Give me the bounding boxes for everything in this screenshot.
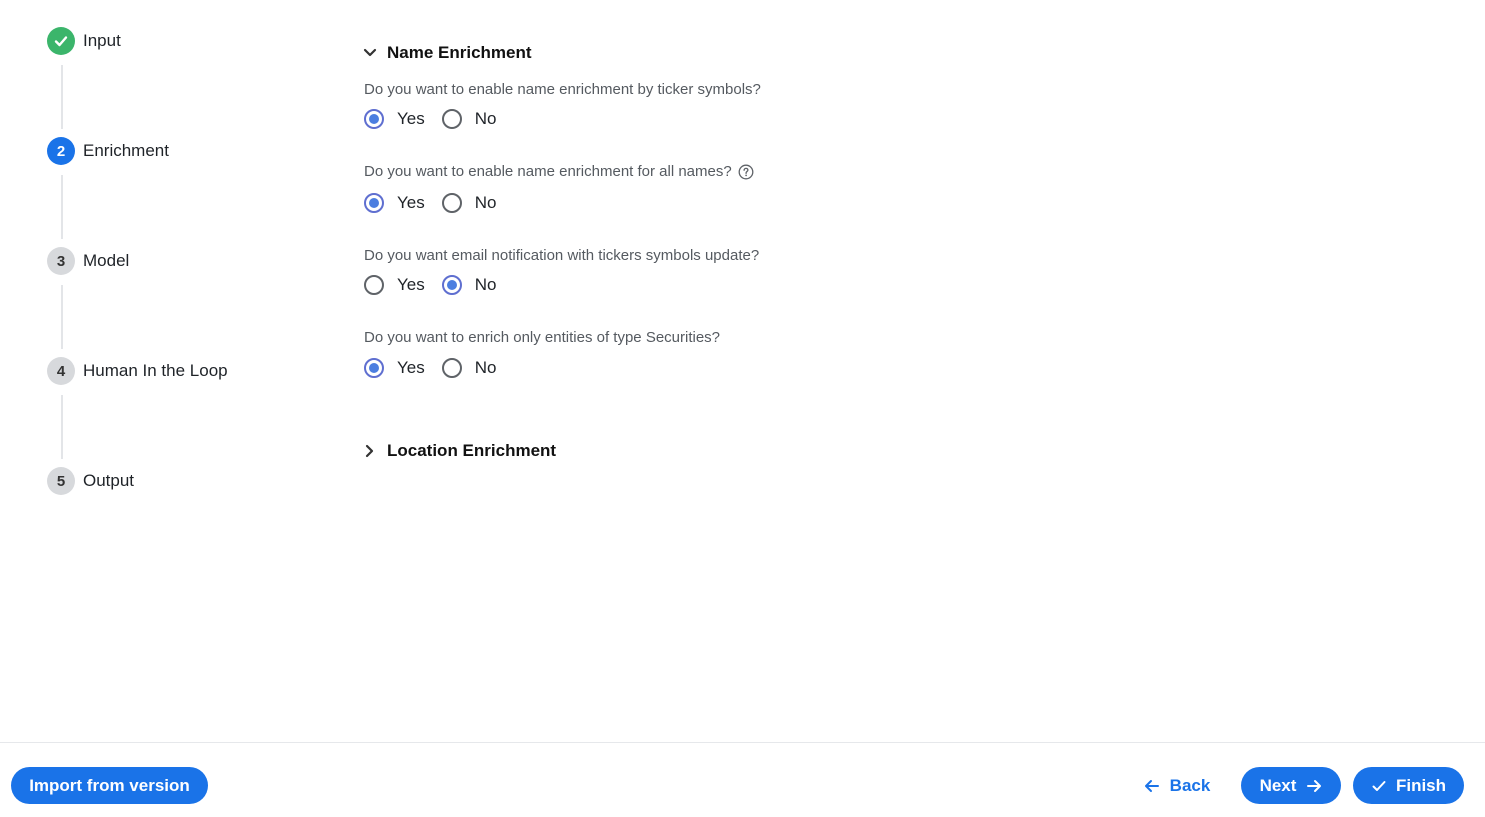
radio-group-ticker-symbols: Yes No [364, 109, 513, 129]
question-securities-only: Do you want to enrich only entities of t… [364, 329, 720, 346]
question-text: Do you want to enable name enrichment fo… [364, 163, 732, 180]
radio-button[interactable] [364, 193, 384, 213]
step-enrichment[interactable]: 2 Enrichment [47, 137, 169, 165]
chevron-down-icon [363, 48, 377, 57]
back-button[interactable]: Back [1133, 767, 1221, 804]
step-label: Enrichment [83, 141, 169, 160]
radio-label: Yes [397, 109, 425, 128]
radio-group-email-notification: Yes No [364, 275, 513, 295]
radio-button[interactable] [441, 275, 462, 295]
step-model[interactable]: 3 Model [47, 247, 129, 275]
radio-option-yes[interactable]: Yes [364, 193, 425, 213]
chevron-right-icon [365, 444, 374, 458]
step-connector [61, 175, 63, 239]
radio-label: Yes [397, 358, 425, 377]
check-icon [1372, 780, 1386, 791]
next-button[interactable]: Next [1241, 767, 1341, 804]
step-connector [61, 285, 63, 349]
radio-group-securities-only: Yes No [364, 358, 513, 378]
radio-label: Yes [397, 275, 425, 294]
step-connector [61, 65, 63, 129]
radio-option-no[interactable]: No [441, 193, 497, 213]
radio-button[interactable] [364, 109, 384, 129]
section-title: Location Enrichment [387, 441, 557, 460]
radio-button[interactable] [441, 109, 462, 129]
radio-option-no[interactable]: No [441, 275, 497, 295]
name-enrichment-toggle[interactable]: Name Enrichment [362, 43, 532, 63]
step-number: 3 [47, 247, 75, 275]
radio-button[interactable] [364, 275, 384, 295]
radio-group-all-names: Yes No [364, 193, 513, 213]
radio-button[interactable] [441, 193, 462, 213]
step-input[interactable]: Input [47, 27, 121, 55]
button-label: Finish [1395, 775, 1447, 795]
radio-label: No [474, 358, 497, 377]
question-text: Do you want email notification with tick… [364, 247, 760, 264]
step-number: 4 [47, 357, 75, 385]
radio-label: No [474, 109, 497, 128]
question-circle-icon[interactable] [738, 164, 754, 180]
radio-label: No [474, 275, 497, 294]
radio-button[interactable] [364, 358, 384, 378]
button-label: Import from version [29, 775, 190, 795]
arrow-left-icon [1144, 779, 1159, 792]
question-text: Do you want to enrich only entities of t… [364, 329, 721, 346]
step-label: Human In the Loop [83, 361, 228, 380]
question-email-notification: Do you want email notification with tick… [364, 247, 759, 264]
radio-option-no[interactable]: No [441, 358, 497, 378]
question-text: Do you want to enable name enrichment by… [364, 81, 761, 98]
step-label: Input [83, 31, 121, 50]
question-ticker-symbols: Do you want to enable name enrichment by… [364, 81, 761, 98]
radio-option-yes[interactable]: Yes [364, 358, 425, 378]
radio-label: Yes [397, 193, 425, 212]
button-label: Back [1169, 775, 1211, 795]
finish-button[interactable]: Finish [1353, 767, 1464, 804]
question-all-names: Do you want to enable name enrichment fo… [364, 163, 754, 180]
radio-option-yes[interactable]: Yes [364, 109, 425, 129]
arrow-right-icon [1307, 779, 1322, 792]
radio-button[interactable] [441, 358, 462, 378]
radio-option-no[interactable]: No [441, 109, 497, 129]
radio-option-yes[interactable]: Yes [364, 275, 425, 295]
step-output[interactable]: 5 Output [47, 467, 134, 495]
step-number: 2 [47, 137, 75, 165]
step-number: 5 [47, 467, 75, 495]
wizard-stepper: Input 2 Enrichment 3 Model 4 Human In th… [47, 27, 307, 507]
section-title: Name Enrichment [387, 43, 532, 62]
button-label: Next [1259, 775, 1297, 795]
check-icon [47, 27, 75, 55]
step-label: Model [83, 251, 130, 270]
radio-label: No [474, 193, 497, 212]
footer-divider [0, 742, 1485, 743]
import-from-version-button[interactable]: Import from version [11, 767, 208, 804]
step-human-in-the-loop[interactable]: 4 Human In the Loop [47, 357, 228, 385]
step-label: Output [83, 471, 135, 490]
location-enrichment-toggle[interactable]: Location Enrichment [362, 441, 556, 461]
step-connector [61, 395, 63, 459]
